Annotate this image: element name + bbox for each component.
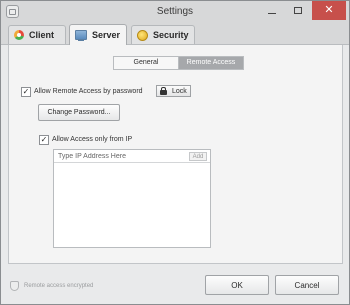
- close-icon: ✕: [324, 4, 334, 16]
- subtab-general[interactable]: General: [114, 57, 178, 69]
- encryption-status: Remote access encrypted: [10, 281, 93, 291]
- tab-security[interactable]: Security: [131, 25, 195, 44]
- ok-button[interactable]: OK: [205, 275, 269, 295]
- minimize-button[interactable]: [259, 1, 285, 20]
- ip-address-input[interactable]: [54, 150, 210, 163]
- tab-server[interactable]: Server: [69, 24, 127, 45]
- client-icon: [14, 30, 24, 40]
- padlock-icon: [160, 87, 167, 95]
- lock-button-label: Lock: [172, 87, 187, 95]
- security-icon: [137, 29, 148, 41]
- allow-ip-only-checkbox[interactable]: ✓: [39, 135, 49, 145]
- minimize-icon: [268, 13, 276, 14]
- encryption-status-text: Remote access encrypted: [24, 283, 94, 289]
- tab-client-label: Client: [29, 30, 55, 40]
- monitor-icon: [75, 30, 87, 41]
- cancel-button[interactable]: Cancel: [275, 275, 339, 295]
- subtab-bar: General Remote Access: [113, 56, 244, 70]
- tab-server-label: Server: [92, 30, 121, 40]
- server-settings-panel: General Remote Access ✓ Allow Remote Acc…: [8, 45, 343, 264]
- ip-address-list[interactable]: Add: [53, 149, 211, 248]
- tab-strip: Client Server Security: [1, 22, 349, 45]
- maximize-button[interactable]: [285, 1, 311, 20]
- allow-remote-access-label: Allow Remote Access by password: [34, 88, 143, 95]
- lock-button[interactable]: Lock: [156, 85, 191, 97]
- add-ip-button[interactable]: Add: [189, 152, 207, 161]
- tab-security-label: Security: [153, 30, 189, 40]
- allow-ip-only-label: Allow Access only from IP: [52, 136, 133, 143]
- checkmark-icon: ✓: [22, 87, 30, 96]
- subtab-remote-access[interactable]: Remote Access: [178, 57, 243, 69]
- settings-window: Settings ✕ Client Server Security Genera…: [0, 0, 350, 305]
- maximize-icon: [294, 7, 302, 14]
- change-password-button[interactable]: Change Password...: [38, 104, 120, 121]
- title-bar: Settings ✕: [1, 1, 349, 22]
- tab-client[interactable]: Client: [8, 25, 66, 44]
- checkmark-icon: ✓: [40, 135, 48, 144]
- close-button[interactable]: ✕: [312, 1, 346, 20]
- allow-remote-access-checkbox[interactable]: ✓: [21, 87, 31, 97]
- shield-icon: [10, 281, 19, 291]
